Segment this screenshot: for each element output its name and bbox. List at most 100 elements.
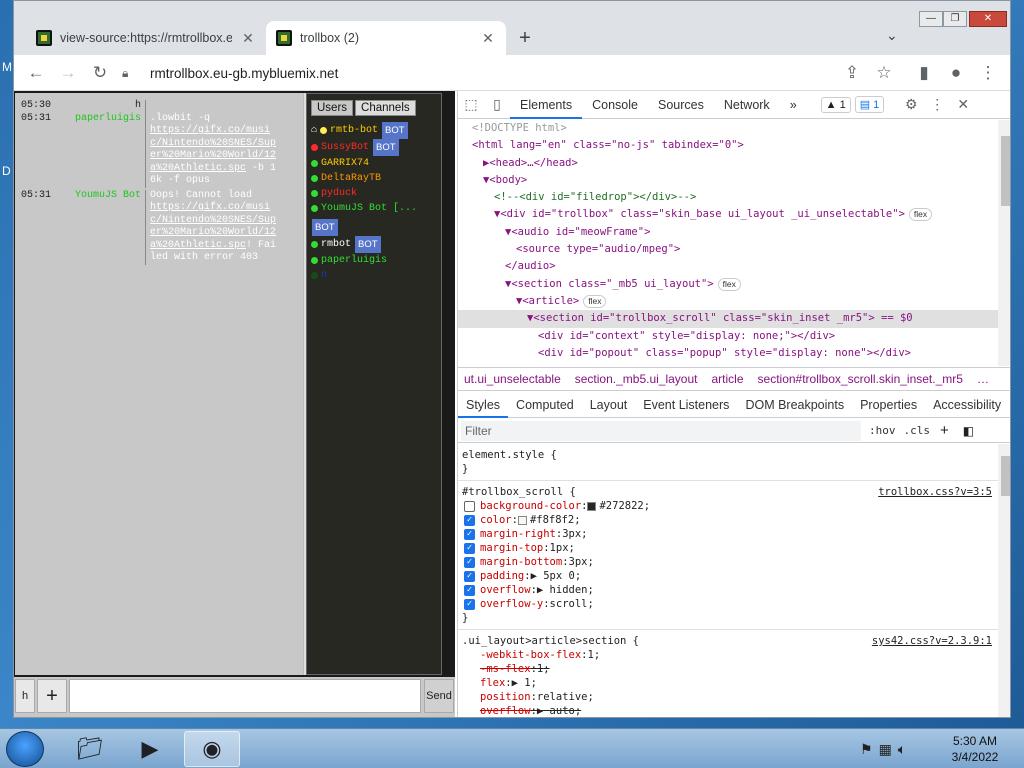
- style-declaration[interactable]: position: relative;: [462, 690, 994, 704]
- user-list-item[interactable]: paperluigis: [311, 253, 437, 268]
- tab-styles[interactable]: Styles: [458, 392, 509, 418]
- dom-node[interactable]: <div id="context" style="display: none;"…: [458, 328, 1010, 345]
- close-devtools-icon[interactable]: ✕: [950, 96, 976, 113]
- side-panel-icon[interactable]: ▮: [912, 61, 936, 85]
- breadcrumb-item[interactable]: ut.ui_unselectable: [464, 372, 561, 386]
- style-declaration[interactable]: -ms-flex: 1;: [462, 662, 994, 676]
- rule-selector[interactable]: element.style {: [462, 448, 994, 462]
- tab-dom-breakpoints[interactable]: DOM Breakpoints: [737, 392, 852, 418]
- tab-sources[interactable]: Sources: [648, 91, 714, 119]
- new-tab-button[interactable]: +: [514, 27, 536, 50]
- tab-layout[interactable]: Layout: [582, 392, 636, 418]
- style-declaration[interactable]: ✓ padding: ▶ 5px 0;: [462, 569, 994, 583]
- tab-properties[interactable]: Properties: [852, 392, 925, 418]
- device-toolbar-icon[interactable]: ▯: [484, 96, 510, 113]
- dom-node[interactable]: ▼<body>: [458, 172, 1010, 189]
- close-window-button[interactable]: ✕: [969, 11, 1007, 27]
- chrome-icon[interactable]: ◉: [184, 731, 240, 767]
- dom-scrollbar[interactable]: [998, 120, 1010, 366]
- user-list-item[interactable]: rmbot BOT: [311, 236, 437, 253]
- nick-button[interactable]: h: [15, 679, 35, 713]
- style-declaration[interactable]: ✓ color: #f8f8f2;: [462, 513, 994, 527]
- declaration-checkbox[interactable]: ✓: [464, 514, 475, 526]
- breadcrumb-item[interactable]: section._mb5.ui_layout: [575, 372, 698, 386]
- dom-node[interactable]: ▼<audio id="meowFrame">: [458, 224, 1010, 241]
- color-swatch[interactable]: [587, 501, 597, 511]
- bookmark-star-icon[interactable]: ☆: [872, 61, 896, 85]
- declaration-checkbox[interactable]: ✓: [464, 556, 475, 568]
- color-swatch[interactable]: [517, 515, 527, 525]
- rule-source-link[interactable]: trollbox.css?v=3:5: [878, 485, 992, 499]
- tab-view-source[interactable]: view-source:https://rmtrollbox.eu- ✕: [26, 21, 266, 55]
- declaration-checkbox[interactable]: ✓: [464, 598, 475, 610]
- reload-icon[interactable]: ↻: [88, 61, 112, 85]
- message-nick[interactable]: h: [57, 100, 145, 113]
- add-button[interactable]: +: [37, 679, 67, 713]
- message-input[interactable]: [69, 679, 421, 713]
- dom-node[interactable]: ▼<div id="trollbox" class="skin_base ui_…: [458, 206, 1010, 223]
- forward-icon[interactable]: →: [56, 61, 80, 85]
- tab-event-listeners[interactable]: Event Listeners: [635, 392, 737, 418]
- back-icon[interactable]: ←: [24, 61, 48, 85]
- breadcrumb-item[interactable]: section#trollbox_scroll.skin_inset._mr5: [758, 372, 963, 386]
- style-declaration[interactable]: flex: ▶ 1;: [462, 676, 994, 690]
- tab-computed[interactable]: Computed: [508, 392, 582, 418]
- inspect-element-icon[interactable]: ⬚: [458, 96, 484, 113]
- user-list-item[interactable]: pyduck: [311, 186, 437, 201]
- new-rule-icon[interactable]: +: [940, 422, 949, 439]
- volume-icon[interactable]: 🔈︎: [898, 741, 906, 758]
- tab-console[interactable]: Console: [582, 91, 648, 119]
- declaration-checkbox[interactable]: ✓: [464, 528, 475, 540]
- hov-toggle[interactable]: :hov: [869, 424, 896, 437]
- user-list-item[interactable]: n: [311, 268, 437, 283]
- tab-users[interactable]: Users: [311, 100, 354, 116]
- dom-node[interactable]: <div id="popout" class="popup" style="di…: [458, 345, 1010, 362]
- dom-node[interactable]: <source type="audio/mpeg">: [458, 241, 1010, 258]
- breadcrumb-item[interactable]: …: [977, 372, 989, 386]
- tab-accessibility[interactable]: Accessibility: [925, 392, 1009, 418]
- flex-badge[interactable]: flex: [908, 208, 933, 222]
- flex-badge[interactable]: flex: [583, 294, 607, 308]
- style-declaration[interactable]: ✓ margin-top: 1px;: [462, 541, 994, 555]
- tab-elements[interactable]: Elements: [510, 91, 583, 119]
- style-declaration[interactable]: -webkit-box-flex: 1;: [462, 648, 994, 662]
- dom-node[interactable]: ▼<section id="trollbox_scroll" class="sk…: [458, 310, 1010, 328]
- maximize-button[interactable]: ❐: [943, 11, 967, 27]
- dom-node[interactable]: ▶<head>…</head>: [458, 155, 1010, 172]
- breadcrumb-item[interactable]: article: [712, 372, 744, 386]
- style-declaration[interactable]: background-color: #272822;: [462, 499, 994, 513]
- warnings-badge[interactable]: ▲ 1: [820, 96, 851, 113]
- message-nick[interactable]: paperluigis: [57, 113, 145, 188]
- declaration-checkbox[interactable]: [464, 500, 475, 512]
- address-bar[interactable]: 🔒︎ rmtrollbox.eu-gb.mybluemix.net: [122, 58, 902, 88]
- dom-node[interactable]: </audio>: [458, 258, 1010, 275]
- clock[interactable]: 5:30 AM 3/4/2022: [940, 733, 1010, 765]
- toggle-sidebar-icon[interactable]: ◧: [963, 424, 974, 438]
- style-declaration[interactable]: overflow: ▶ auto;: [462, 704, 994, 717]
- network-icon[interactable]: ▦: [879, 741, 892, 758]
- declaration-checkbox[interactable]: ✓: [464, 570, 475, 582]
- folder-icon[interactable]: 📁︎: [62, 731, 118, 767]
- dom-node[interactable]: ▼<section class="_mb5 ui_layout"> flex: [458, 276, 1010, 293]
- dom-node[interactable]: <!--<div id="filedrop"></div>-->: [458, 189, 1010, 206]
- user-list-item[interactable]: YoumuJS Bot [... BOT: [311, 201, 437, 236]
- settings-gear-icon[interactable]: ⚙: [898, 96, 924, 113]
- tab-channels[interactable]: Channels: [355, 100, 416, 116]
- declaration-checkbox[interactable]: ✓: [464, 542, 475, 554]
- declaration-checkbox[interactable]: ✓: [464, 584, 475, 596]
- profile-icon[interactable]: ●: [944, 61, 968, 85]
- media-player-icon[interactable]: ▶: [122, 731, 178, 767]
- messages-badge[interactable]: ▤ 1: [854, 96, 885, 113]
- rule-source-link[interactable]: sys42.css?v=2.3.9:1: [872, 634, 992, 648]
- minimize-button[interactable]: —: [919, 11, 943, 27]
- tab-search-icon[interactable]: ⌄: [886, 27, 898, 44]
- flag-icon[interactable]: ⚑: [860, 741, 873, 758]
- chrome-menu-icon[interactable]: ⋮: [976, 61, 1000, 85]
- more-tabs-icon[interactable]: »: [780, 91, 807, 119]
- devtools-menu-icon[interactable]: ⋮: [924, 96, 950, 113]
- user-list-item[interactable]: ⌂ rmtb-bot BOT: [311, 122, 437, 139]
- style-declaration[interactable]: ✓ overflow: ▶ hidden;: [462, 583, 994, 597]
- styles-filter-input[interactable]: Filter: [461, 420, 861, 441]
- tab-trollbox[interactable]: trollbox (2) ✕: [266, 21, 506, 55]
- style-declaration[interactable]: ✓ overflow-y: scroll;: [462, 597, 994, 611]
